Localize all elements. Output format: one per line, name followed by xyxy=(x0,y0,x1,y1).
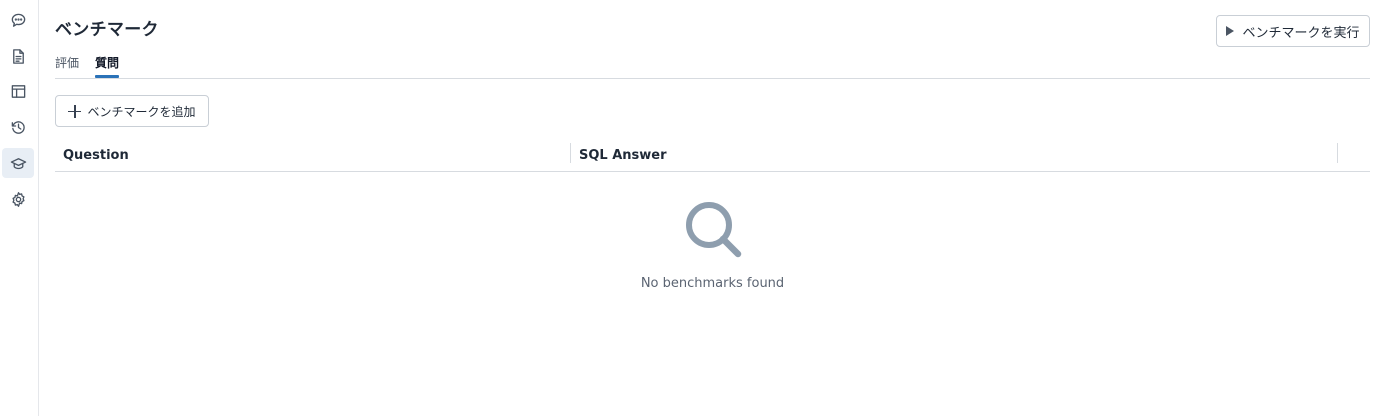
tab-bar: 評価 質問 xyxy=(55,52,120,78)
main-panel: ベンチマーク ベンチマークを実行 評価 質問 ベンチマークを追加 Questio… xyxy=(55,0,1370,416)
run-benchmark-button[interactable]: ベンチマークを実行 xyxy=(1216,15,1370,47)
app-root: ベンチマーク ベンチマークを実行 評価 質問 ベンチマークを追加 Questio… xyxy=(0,0,1382,416)
table-icon xyxy=(11,84,25,98)
rail-history-button[interactable] xyxy=(2,112,34,142)
left-rail xyxy=(0,0,39,416)
rail-document-button[interactable] xyxy=(2,41,34,71)
tab-evaluation[interactable]: 評価 xyxy=(55,52,79,78)
empty-state-message: No benchmarks found xyxy=(640,276,785,291)
plus-icon xyxy=(68,104,82,118)
document-icon xyxy=(12,48,24,64)
play-icon xyxy=(1226,26,1235,36)
column-header-question[interactable]: Question xyxy=(63,140,129,171)
column-resize-handle[interactable] xyxy=(570,143,571,163)
rail-chat-button[interactable] xyxy=(2,5,34,35)
rail-table-button[interactable] xyxy=(2,76,34,106)
column-header-sql-answer[interactable]: SQL Answer xyxy=(579,140,667,171)
column-resize-handle[interactable] xyxy=(1337,143,1338,163)
search-icon xyxy=(685,202,741,258)
history-icon xyxy=(11,120,25,134)
rail-benchmark-button[interactable] xyxy=(2,148,34,178)
table-header: Question SQL Answer xyxy=(55,140,1370,172)
gear-icon xyxy=(11,191,25,207)
add-benchmark-label: ベンチマークを追加 xyxy=(87,104,196,119)
tab-questions[interactable]: 質問 xyxy=(95,52,120,78)
tabs-divider xyxy=(55,78,1370,79)
chat-bubble-icon xyxy=(11,13,25,27)
add-benchmark-button[interactable]: ベンチマークを追加 xyxy=(55,95,209,127)
rail-settings-button[interactable] xyxy=(2,184,34,214)
graduation-cap-icon xyxy=(10,157,26,169)
page-title: ベンチマーク xyxy=(55,20,159,40)
empty-state: No benchmarks found xyxy=(55,198,1370,291)
run-benchmark-label: ベンチマークを実行 xyxy=(1242,24,1360,40)
